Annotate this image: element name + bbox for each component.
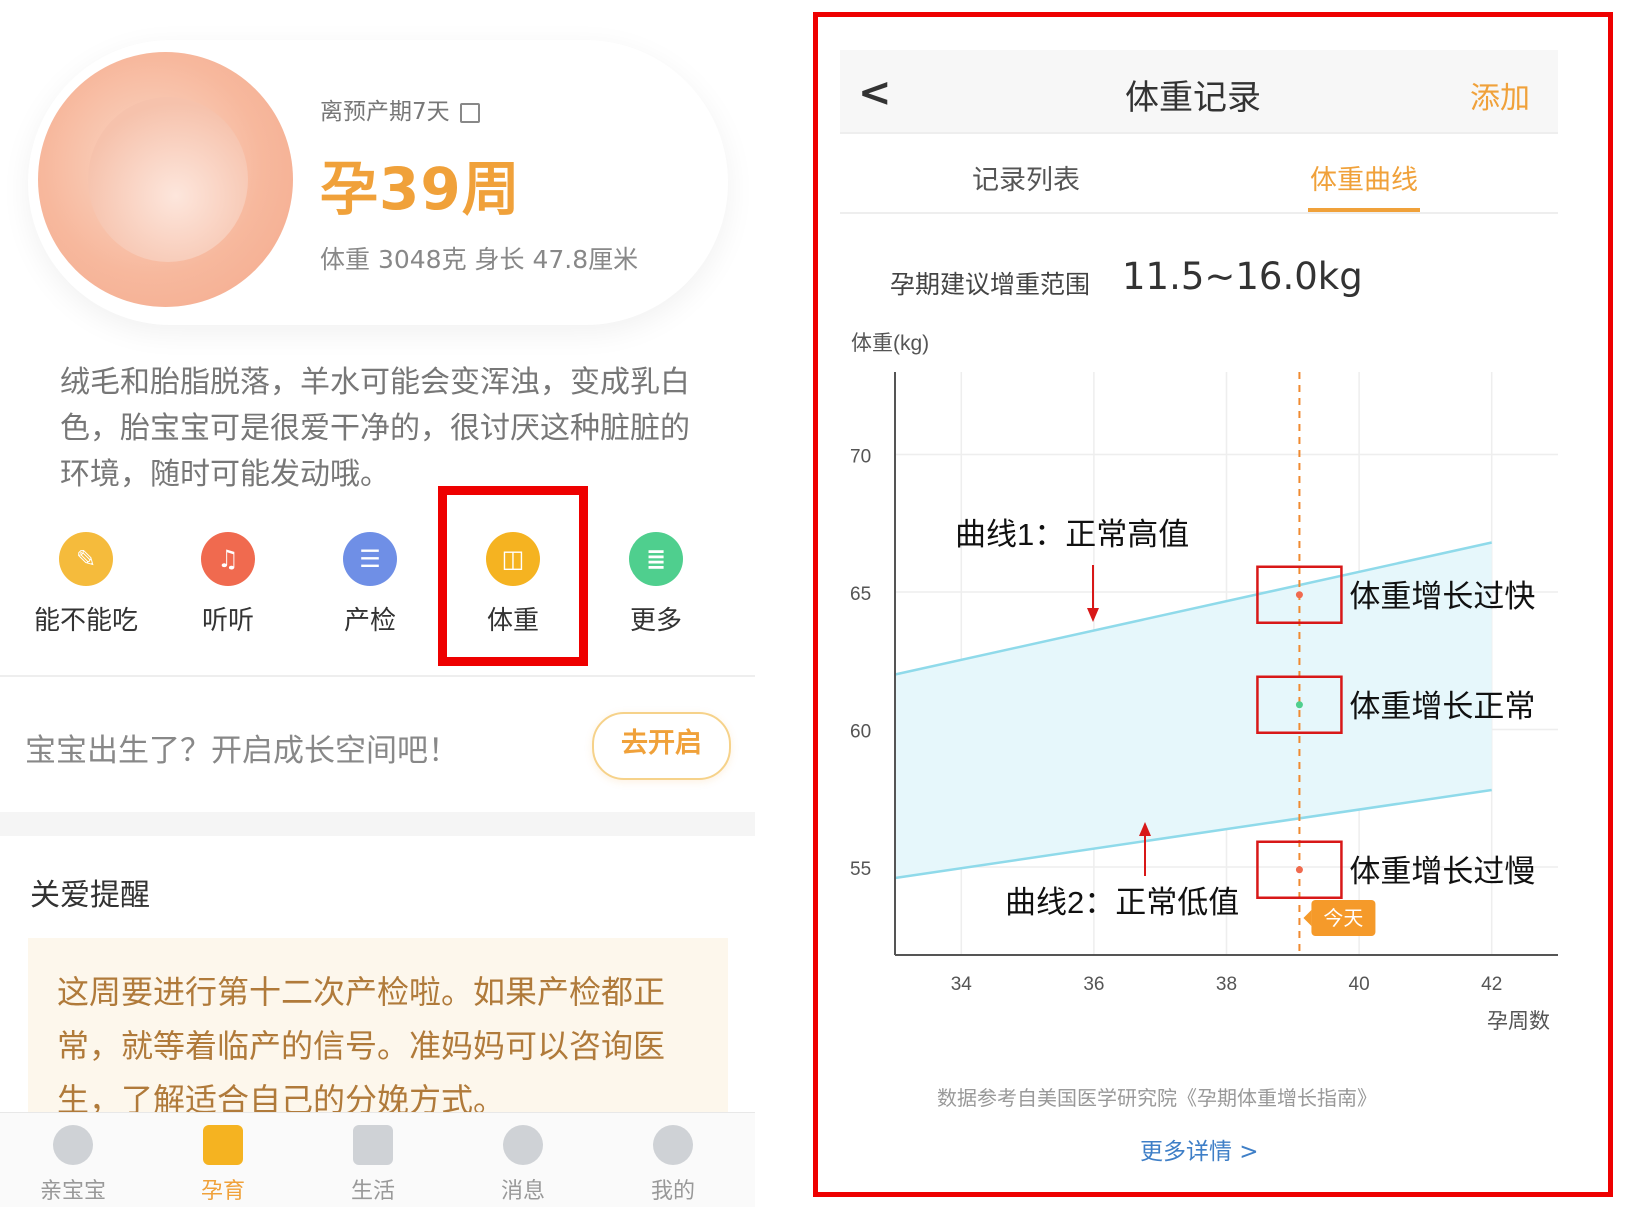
more-details-link[interactable]: 更多详情 > (1140, 1132, 1259, 1166)
quick-listen[interactable]: ♫ 听听 (168, 532, 288, 637)
tab-life[interactable]: 生活 (318, 1125, 428, 1205)
fetus-size: 体重 3048克 身长 47.8厘米 (320, 245, 639, 274)
tab-messages[interactable]: 消息 (468, 1125, 578, 1205)
carrot-icon: ✎ (59, 532, 113, 586)
tab-label: 我的 (650, 1179, 695, 1204)
tab-qinbaobao[interactable]: 亲宝宝 (18, 1125, 128, 1205)
menu-icon (203, 1125, 243, 1165)
left-app-screen: 离预产期7天 孕39周 体重 3048克 身长 47.8厘米 绒毛和胎脂脱落，羊… (0, 0, 755, 1207)
fetus-shape (88, 97, 248, 262)
more-icon: ≣ (629, 532, 683, 586)
checkup-icon: ☰ (343, 532, 397, 586)
chat-icon (503, 1125, 543, 1165)
data-source-text: 数据参考自美国医学研究院《孕期体重增长指南》 (937, 1086, 1377, 1110)
right-highlight-frame (813, 12, 1613, 1197)
divider (840, 212, 1558, 214)
quick-more[interactable]: ≣ 更多 (596, 532, 716, 637)
baby-face-icon (53, 1125, 93, 1165)
care-reminder-title: 关爱提醒 (30, 878, 150, 913)
tab-label: 消息 (500, 1179, 545, 1204)
back-icon[interactable]: < (858, 70, 892, 116)
page-title: 体重记录 (1125, 78, 1261, 118)
quick-checkup[interactable]: ☰ 产检 (310, 532, 430, 637)
section-gap (0, 812, 755, 836)
tab-label: 亲宝宝 (39, 1179, 106, 1204)
tab-weight-curve[interactable]: 体重曲线 (1310, 158, 1418, 197)
weight-highlight-box (438, 486, 588, 666)
range-value: 11.5~16.0kg (1122, 255, 1363, 298)
fetus-illustration (38, 52, 293, 307)
due-date-label: 离预产期7天 (320, 99, 450, 125)
due-date-text[interactable]: 离预产期7天 (320, 92, 480, 126)
care-reminder-text: 这周要进行第十二次产检啦。如果产检都正常，就等着临产的信号。准妈妈可以咨询医生，… (57, 973, 666, 1119)
quick-label: 产检 (343, 606, 396, 636)
tab-label: 生活 (350, 1179, 395, 1204)
tab-label: 孕育 (200, 1179, 245, 1204)
range-label: 孕期建议增重范围 (890, 270, 1091, 299)
edit-icon[interactable] (459, 102, 480, 123)
divider (0, 675, 755, 677)
add-button[interactable]: 添加 (1470, 73, 1530, 117)
tab-record-list[interactable]: 记录列表 (972, 158, 1080, 197)
person-icon (653, 1125, 693, 1165)
open-growth-button[interactable]: 去开启 (592, 712, 731, 780)
quick-label: 更多 (629, 606, 682, 636)
week-description: 绒毛和胎脂脱落，羊水可能会变浑浊，变成乳白色，胎宝宝可是很爱干净的，很讨厌这种脏… (60, 365, 690, 492)
quick-label: 能不能吃 (33, 606, 138, 636)
bag-icon (353, 1125, 393, 1165)
quick-can-eat[interactable]: ✎ 能不能吃 (26, 532, 146, 637)
tab-mine[interactable]: 我的 (618, 1125, 728, 1205)
baby-born-prompt: 宝宝出生了？开启成长空间吧！ (25, 733, 459, 769)
pregnancy-week: 孕39周 (320, 155, 521, 223)
tab-yunyu[interactable]: 孕育 (168, 1125, 278, 1205)
quick-label: 听听 (201, 606, 254, 636)
music-icon: ♫ (201, 532, 255, 586)
